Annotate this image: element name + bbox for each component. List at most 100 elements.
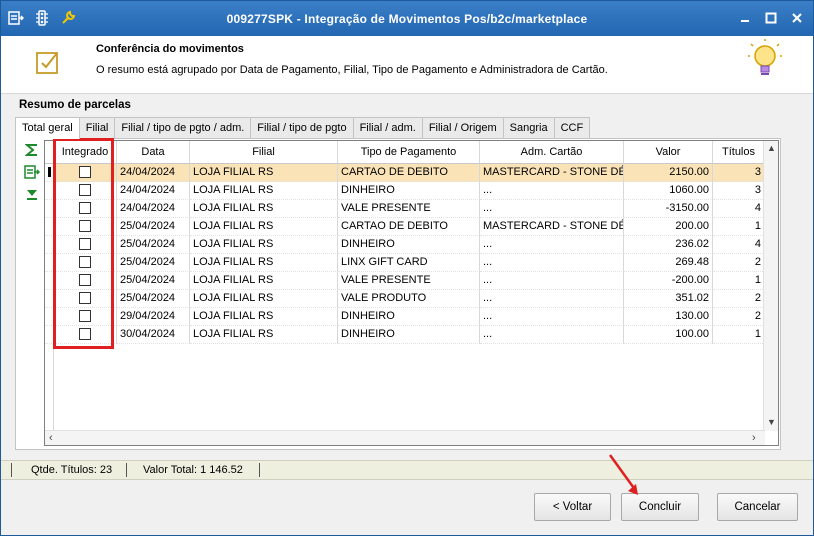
- tab-filial-adm[interactable]: Filial / adm.: [352, 117, 423, 138]
- status-bar: Qtde. Títulos: 23 Valor Total: 1 146.52: [1, 460, 813, 480]
- cell-integrado: [54, 182, 117, 200]
- cell-adm-cartao: ...: [480, 236, 624, 254]
- cell-integrado: [54, 308, 117, 326]
- table-row[interactable]: 24/04/2024 LOJA FILIAL RS CARTAO DE DEBITO…: [45, 164, 765, 182]
- table-row[interactable]: 30/04/2024 LOJA FILIAL RS DINHEIRO... 100.0…: [45, 326, 765, 344]
- export-icon[interactable]: [23, 163, 41, 181]
- cell-titulos: 1: [713, 326, 765, 344]
- cell-filial: LOJA FILIAL RS: [190, 326, 338, 344]
- row-indicator[interactable]: [45, 290, 54, 308]
- cell-filial: LOJA FILIAL RS: [190, 308, 338, 326]
- integrado-checkbox[interactable]: [79, 328, 91, 340]
- status-separator: [259, 463, 260, 477]
- column-header-titulos[interactable]: Títulos: [713, 141, 765, 164]
- table-row[interactable]: 25/04/2024 LOJA FILIAL RS CARTAO DE DEBITO…: [45, 218, 765, 236]
- table-row[interactable]: 29/04/2024 LOJA FILIAL RS DINHEIRO... 130.0…: [45, 308, 765, 326]
- side-toolbar: [23, 141, 43, 207]
- integrado-checkbox[interactable]: [79, 220, 91, 232]
- integrado-checkbox[interactable]: [79, 310, 91, 322]
- row-indicator[interactable]: [45, 326, 54, 344]
- section-title: Resumo de parcelas: [19, 99, 131, 111]
- table-row[interactable]: 25/04/2024 LOJA FILIAL RS VALE PRESENTE...…: [45, 272, 765, 290]
- vertical-scrollbar[interactable]: ▲ ▼: [763, 141, 778, 431]
- table-row[interactable]: 24/04/2024 LOJA FILIAL RS DINHEIRO... 1060.…: [45, 182, 765, 200]
- column-header-filial[interactable]: Filial: [190, 141, 338, 164]
- cell-filial: LOJA FILIAL RS: [190, 236, 338, 254]
- cell-integrado: [54, 200, 117, 218]
- cell-filial: LOJA FILIAL RS: [190, 218, 338, 236]
- cell-data: 30/04/2024: [117, 326, 190, 344]
- integrado-checkbox[interactable]: [79, 256, 91, 268]
- app-window: 009277SPK - Integração de Movimentos Pos…: [0, 0, 814, 536]
- lightbulb-icon: [747, 38, 783, 90]
- tab-bar: Total geral Filial Filial / tipo de pgto…: [15, 117, 591, 139]
- cell-tipo-pagamento: DINHEIRO: [338, 326, 480, 344]
- cell-valor: 200.00: [624, 218, 713, 236]
- row-indicator[interactable]: [45, 164, 54, 182]
- scroll-left-icon[interactable]: ‹: [49, 432, 53, 444]
- cell-valor: 130.00: [624, 308, 713, 326]
- minimize-button[interactable]: [737, 10, 753, 26]
- cell-integrado: [54, 164, 117, 182]
- cell-filial: LOJA FILIAL RS: [190, 254, 338, 272]
- cell-integrado: [54, 254, 117, 272]
- table-row[interactable]: 25/04/2024 LOJA FILIAL RS VALE PRODUTO... 3…: [45, 290, 765, 308]
- finish-button[interactable]: Concluir: [621, 493, 699, 521]
- close-button[interactable]: [789, 10, 805, 26]
- cell-tipo-pagamento: CARTAO DE DEBITO: [338, 164, 480, 182]
- column-header-integrado[interactable]: Integrado: [54, 141, 117, 164]
- tab-filial[interactable]: Filial: [78, 117, 116, 138]
- cell-integrado: [54, 236, 117, 254]
- table-row[interactable]: 25/04/2024 LOJA FILIAL RS DINHEIRO... 236.0…: [45, 236, 765, 254]
- cell-tipo-pagamento: CARTAO DE DEBITO: [338, 218, 480, 236]
- cell-filial: LOJA FILIAL RS: [190, 290, 338, 308]
- tab-filial-origem[interactable]: Filial / Origem: [421, 117, 504, 138]
- scroll-right-icon[interactable]: ›: [752, 432, 756, 444]
- row-indicator[interactable]: [45, 236, 54, 254]
- tab-filial-tipo-pgto-adm[interactable]: Filial / tipo de pgto / adm.: [114, 117, 252, 138]
- collapse-down-icon[interactable]: [23, 185, 41, 203]
- page-subtitle: O resumo está agrupado por Data de Pagam…: [96, 64, 608, 76]
- row-indicator[interactable]: [45, 308, 54, 326]
- back-button[interactable]: < Voltar: [534, 493, 611, 521]
- tab-filial-tipo-pgto[interactable]: Filial / tipo de pgto: [250, 117, 354, 138]
- integrado-checkbox[interactable]: [79, 238, 91, 250]
- table-row[interactable]: 24/04/2024 LOJA FILIAL RS VALE PRESENTE...…: [45, 200, 765, 218]
- cell-data: 25/04/2024: [117, 272, 190, 290]
- table-row[interactable]: 25/04/2024 LOJA FILIAL RS LINX GIFT CARD..…: [45, 254, 765, 272]
- integrado-checkbox[interactable]: [79, 184, 91, 196]
- integrado-checkbox[interactable]: [79, 274, 91, 286]
- cell-valor: -200.00: [624, 272, 713, 290]
- row-indicator[interactable]: [45, 254, 54, 272]
- row-indicator[interactable]: [45, 272, 54, 290]
- row-header-corner: [45, 141, 54, 164]
- cancel-button[interactable]: Cancelar: [717, 493, 798, 521]
- sum-icon[interactable]: [23, 141, 41, 159]
- column-header-tipo-pagamento[interactable]: Tipo de Pagamento: [338, 141, 480, 164]
- tab-sangria[interactable]: Sangria: [502, 117, 555, 138]
- cell-valor: 100.00: [624, 326, 713, 344]
- scroll-down-icon[interactable]: ▼: [767, 417, 776, 427]
- tab-ccf[interactable]: CCF: [553, 117, 591, 138]
- maximize-button[interactable]: [763, 10, 779, 26]
- integrado-checkbox[interactable]: [79, 292, 91, 304]
- cell-adm-cartao: ...: [480, 272, 624, 290]
- cell-integrado: [54, 272, 117, 290]
- row-indicator[interactable]: [45, 218, 54, 236]
- column-header-valor[interactable]: Valor: [624, 141, 713, 164]
- cell-integrado: [54, 290, 117, 308]
- row-indicator[interactable]: [45, 200, 54, 218]
- column-header-adm-cartao[interactable]: Adm. Cartão: [480, 141, 624, 164]
- cell-data: 24/04/2024: [117, 164, 190, 182]
- tab-total-geral[interactable]: Total geral: [15, 117, 80, 139]
- scroll-up-icon[interactable]: ▲: [767, 143, 776, 153]
- horizontal-scrollbar[interactable]: ‹ ›: [45, 430, 765, 445]
- cell-adm-cartao: ...: [480, 182, 624, 200]
- cell-titulos: 4: [713, 236, 765, 254]
- row-indicator[interactable]: [45, 182, 54, 200]
- integrado-checkbox[interactable]: [79, 202, 91, 214]
- window-title: 009277SPK - Integração de Movimentos Pos…: [226, 12, 588, 26]
- integrado-checkbox[interactable]: [79, 166, 91, 178]
- column-header-data[interactable]: Data: [117, 141, 190, 164]
- cell-tipo-pagamento: DINHEIRO: [338, 308, 480, 326]
